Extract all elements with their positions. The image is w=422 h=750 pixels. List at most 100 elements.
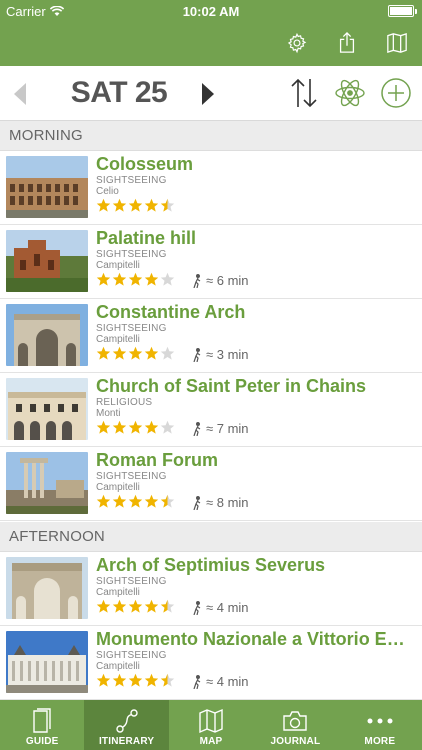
reorder-button[interactable] [286,75,322,111]
status-bar: Carrier 10:02 AM [0,0,422,22]
map-book-icon [387,32,407,54]
star-icon [128,599,143,613]
place-thumbnail [6,557,88,619]
place-category: SIGHTSEEING [96,175,167,186]
tab-map[interactable]: MAP [169,700,253,750]
place-category: SIGHTSEEING [96,249,167,260]
tab-more[interactable]: MORE [338,700,422,750]
settings-button[interactable] [272,26,322,60]
list-item[interactable]: Arch of Septimius Severus SIGHTSEEING Ca… [0,552,422,626]
star-icon [144,346,159,360]
place-title: Colosseum [96,154,194,174]
list-item[interactable]: Church of Saint Peter in Chains RELIGIOU… [0,373,422,447]
share-button[interactable] [322,26,372,60]
star-icon [144,198,159,212]
star-icon [96,272,111,286]
star-rating [96,272,175,287]
star-icon [96,599,111,613]
list-item[interactable]: Roman Forum SIGHTSEEING Campitelli ≈ 8 m… [0,447,422,521]
star-rating [96,420,175,435]
place-title: Palatine hill [96,228,197,248]
tab-journal-label: JOURNAL [270,736,321,747]
walking-time: ≈ 3 min [192,347,249,362]
place-area: Celio [96,186,119,197]
list-item[interactable]: Colosseum SIGHTSEEING Celio [0,151,422,225]
star-rating [96,599,175,614]
place-title: Constantine Arch [96,302,246,322]
place-area: Campitelli [96,661,140,672]
place-area: Campitelli [96,260,140,271]
tab-journal[interactable]: JOURNAL [253,700,337,750]
place-category: SIGHTSEEING [96,576,167,587]
tab-itinerary[interactable]: ITINERARY [84,700,169,750]
walking-icon [193,495,201,510]
place-thumbnail [6,156,88,218]
walking-time-label: ≈ 3 min [206,347,249,362]
star-icon [112,346,127,360]
place-area: Campitelli [96,587,140,598]
walking-time: ≈ 4 min [192,674,249,689]
star-icon [112,420,127,434]
star-icon [144,494,159,508]
place-area: Campitelli [96,482,140,493]
star-icon [160,494,175,508]
place-thumbnail [6,304,88,366]
map-icon [199,708,223,734]
walking-time-label: ≈ 6 min [206,273,249,288]
walking-time-label: ≈ 7 min [206,421,249,436]
atom-icon [335,79,365,107]
place-area: Campitelli [96,334,140,345]
place-title: Roman Forum [96,450,219,470]
star-icon [160,346,175,360]
add-icon [381,78,411,108]
place-category: SIGHTSEEING [96,471,167,482]
star-icon [112,494,127,508]
map-book-button[interactable] [372,26,422,60]
star-icon [160,599,175,613]
place-category: SIGHTSEEING [96,650,167,661]
place-title: Arch of Septimius Severus [96,555,326,575]
app-screen: Carrier 10:02 AM SAT 25 MORNING Colosseu… [0,0,422,750]
star-icon [144,420,159,434]
star-icon [96,673,111,687]
walking-time-label: ≈ 4 min [206,600,249,615]
list-item[interactable]: Constantine Arch SIGHTSEEING Campitelli … [0,299,422,373]
tab-itinerary-label: ITINERARY [98,736,155,747]
camera-icon [283,711,308,731]
star-icon [160,420,175,434]
place-title: Monumento Nazionale a Vittorio Emanuele.… [96,629,416,649]
add-place-button[interactable] [378,75,414,111]
place-category: SIGHTSEEING [96,323,167,334]
chevron-right-icon [202,83,214,105]
star-icon [112,673,127,687]
list-item[interactable]: Monumento Nazionale a Vittorio Emanuele.… [0,626,422,700]
next-day-button[interactable] [200,82,216,111]
star-icon [96,420,111,434]
sort-icon [291,78,317,108]
nav-actions [272,26,422,60]
navigation-bar: Carrier 10:02 AM [0,0,422,66]
star-icon [160,272,175,286]
previous-day-button[interactable] [12,82,28,111]
star-icon [112,599,127,613]
star-icon [128,420,143,434]
tab-guide-label: GUIDE [25,736,59,747]
list-item[interactable]: Palatine hill SIGHTSEEING Campitelli ≈ 6… [0,225,422,299]
star-icon [112,198,127,212]
optimize-button[interactable] [332,75,368,111]
current-date: SAT 25 [70,76,168,109]
itinerary-tools [286,75,414,111]
star-icon [144,272,159,286]
book-icon [33,708,51,733]
chevron-left-icon [14,83,26,105]
star-icon [128,272,143,286]
star-rating [96,673,175,688]
walking-icon [193,273,201,288]
place-thumbnail [6,452,88,514]
date-bar: SAT 25 [0,66,422,121]
more-icon [367,718,393,724]
star-icon [160,198,175,212]
walking-time-label: ≈ 8 min [206,495,249,510]
tab-guide[interactable]: GUIDE [0,700,84,750]
star-icon [128,346,143,360]
